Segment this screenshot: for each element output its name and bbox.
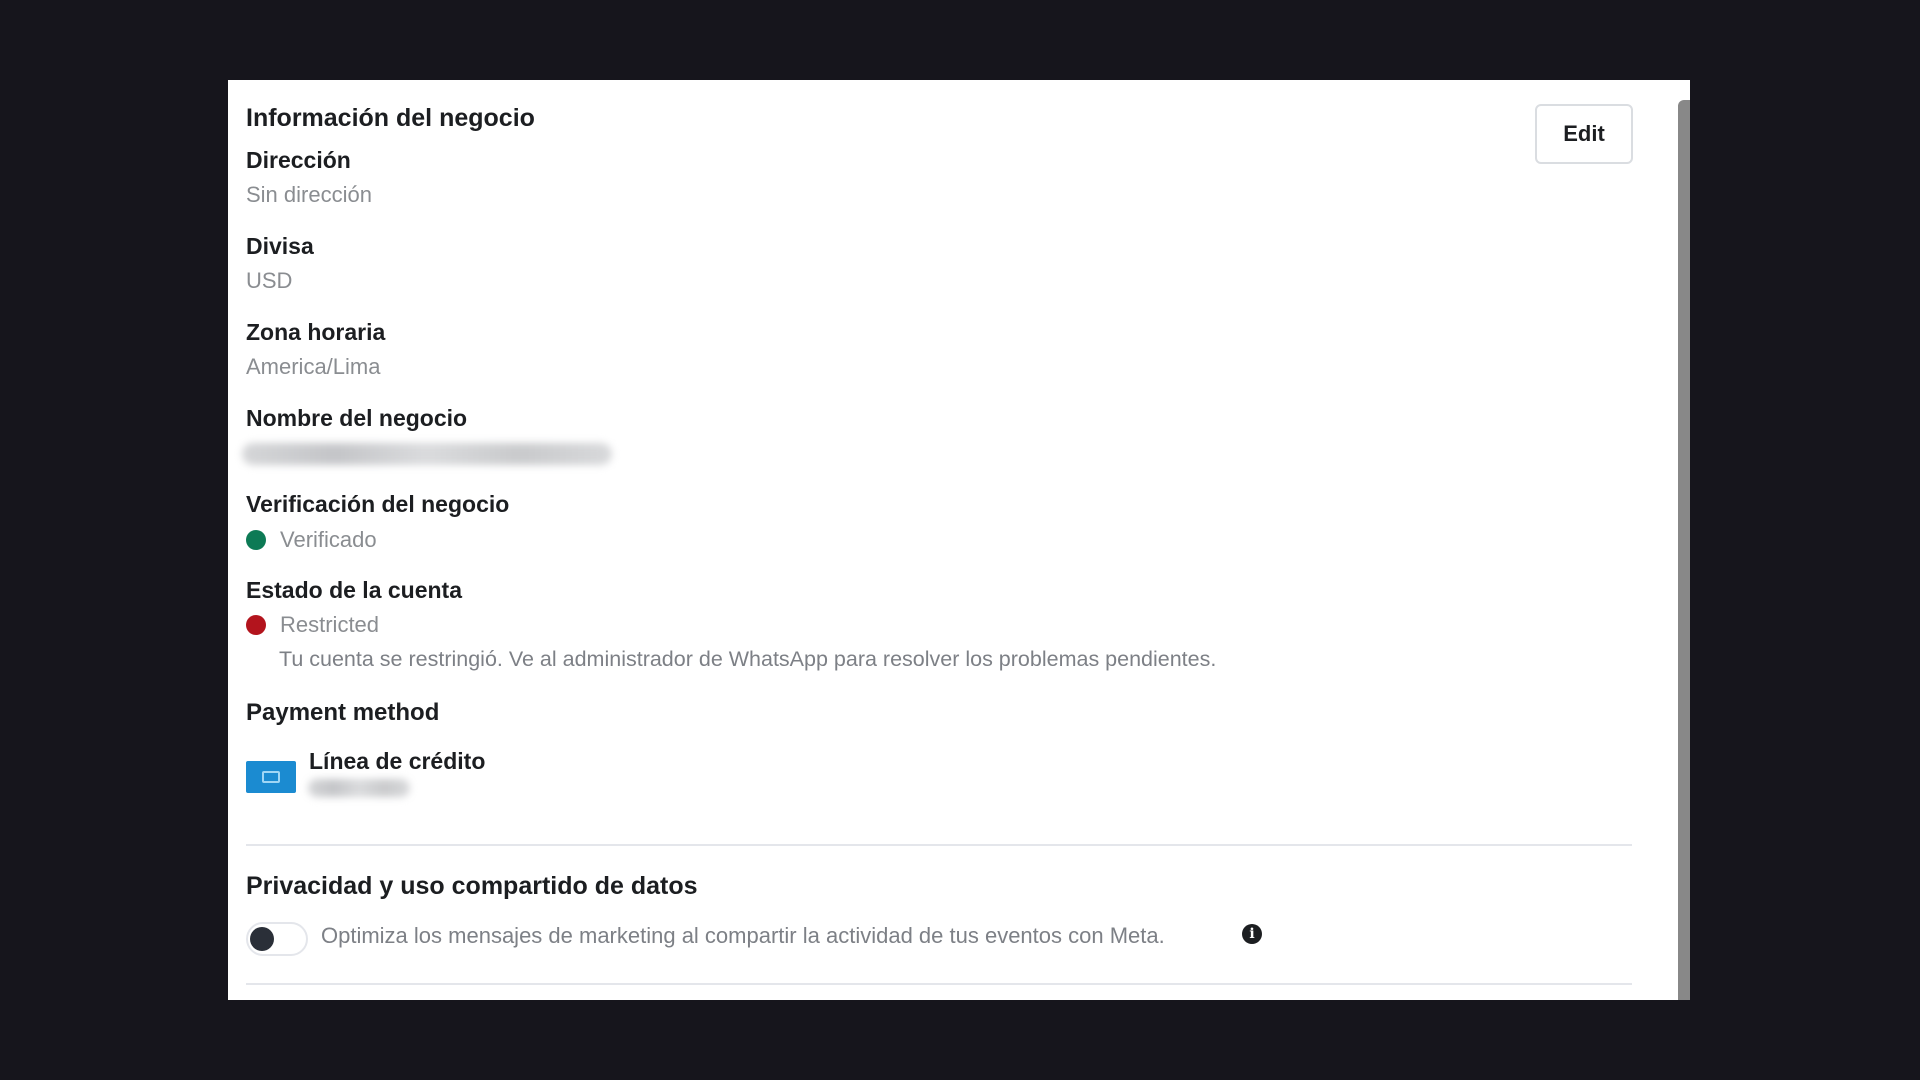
payment-details-redacted <box>308 779 410 797</box>
verification-label: Verificación del negocio <box>246 491 510 517</box>
payment-method-name: Línea de crédito <box>309 748 486 774</box>
account-status-text: Restricted <box>280 612 380 637</box>
timezone-label: Zona horaria <box>246 319 386 345</box>
verification-status: Verificado <box>246 527 377 553</box>
scrollbar[interactable] <box>1678 100 1690 1000</box>
business-info-title: Información del negocio <box>246 104 535 132</box>
account-status-note: Tu cuenta se restringió. Ve al administr… <box>279 647 1217 671</box>
address-value: Sin dirección <box>246 182 372 207</box>
section-divider <box>246 844 1632 846</box>
timezone-value: America/Lima <box>246 354 381 379</box>
credit-card-icon <box>246 761 296 793</box>
verification-status-text: Verificado <box>280 527 377 552</box>
restricted-status-dot <box>246 615 266 635</box>
info-icon[interactable]: i <box>1242 924 1262 944</box>
verified-status-dot <box>246 530 266 550</box>
edit-button[interactable]: Edit <box>1535 104 1633 164</box>
event-sharing-label: Optimiza los mensajes de marketing al co… <box>321 923 1165 948</box>
account-status-label: Estado de la cuenta <box>246 577 463 603</box>
address-label: Dirección <box>246 147 351 173</box>
privacy-title: Privacidad y uso compartido de datos <box>246 872 698 900</box>
currency-label: Divisa <box>246 233 314 259</box>
payment-method-label: Payment method <box>246 699 440 726</box>
toggle-knob <box>250 927 274 951</box>
business-name-label: Nombre del negocio <box>246 405 468 431</box>
currency-value: USD <box>246 268 293 293</box>
section-divider <box>246 983 1632 985</box>
business-name-redacted <box>242 443 612 465</box>
account-status: Restricted <box>246 612 379 638</box>
business-settings-panel: Información del negocio Edit Dirección S… <box>228 80 1690 1000</box>
event-sharing-toggle[interactable] <box>246 922 308 956</box>
